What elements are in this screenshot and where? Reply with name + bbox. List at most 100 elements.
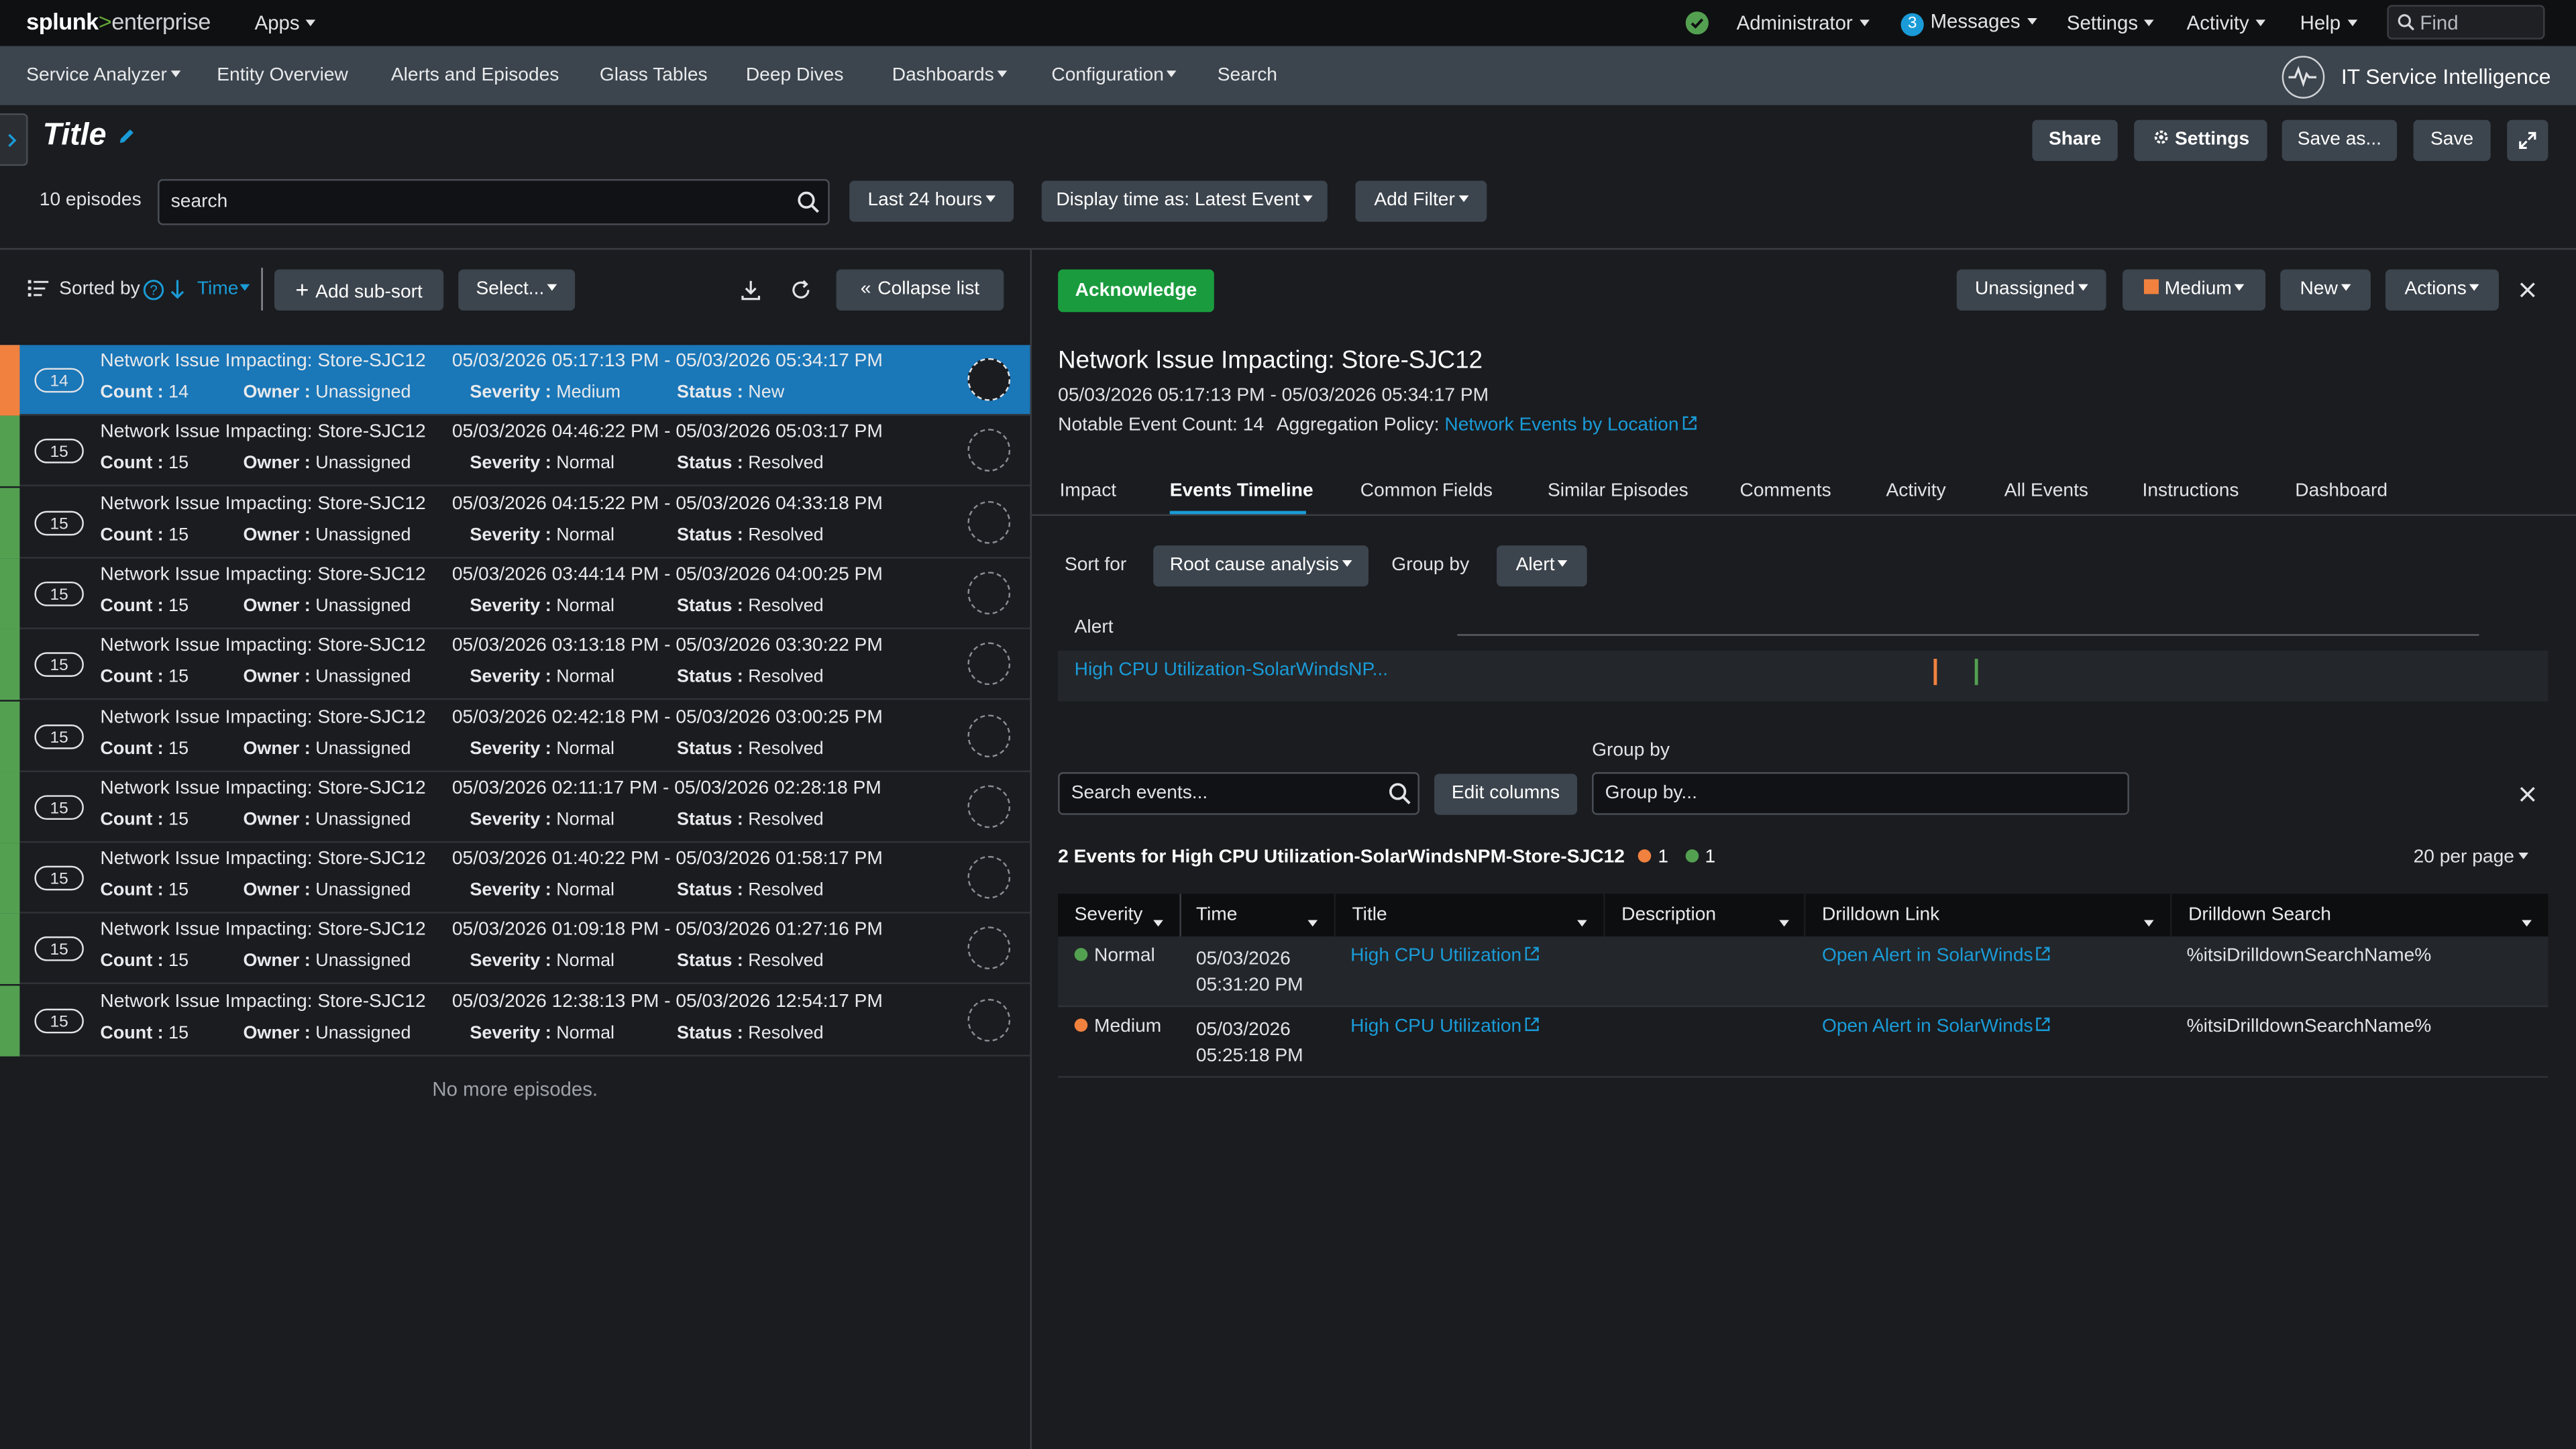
tab-comments[interactable]: Comments [1739, 482, 1831, 501]
timeline-event-marker-normal[interactable] [1974, 659, 1978, 686]
edit-pencil-icon[interactable] [117, 127, 136, 146]
help-circle-icon[interactable]: ? [143, 279, 164, 301]
aggregation-policy-link[interactable]: Network Events by Location [1444, 416, 1678, 435]
column-header-drilldown-search[interactable]: Drilldown Search [2171, 894, 2548, 938]
group-by-dropdown[interactable]: Alert [1497, 545, 1587, 587]
status-dropdown[interactable]: New [2280, 269, 2371, 311]
tab-all-events[interactable]: All Events [2004, 482, 2088, 501]
column-header-drilldown-link[interactable]: Drilldown Link [1805, 894, 2171, 938]
assignee-avatar[interactable] [967, 571, 1011, 614]
assignee-avatar[interactable] [967, 500, 1011, 543]
column-header-title[interactable]: Title [1336, 894, 1604, 938]
external-link-icon[interactable] [1525, 947, 1540, 962]
nav-alerts-and-episodes[interactable]: Alerts and Episodes [391, 66, 559, 85]
episode-row[interactable]: 15 Network Issue Impacting: Store-SJC12 05… [0, 771, 1030, 843]
episode-row[interactable]: 15 Network Issue Impacting: Store-SJC12 05… [0, 629, 1030, 700]
timeline-alert-link[interactable]: High CPU Utilization-SolarWindsNP... [1075, 660, 1388, 680]
close-icon[interactable] [2518, 281, 2536, 299]
acknowledge-button[interactable]: Acknowledge [1058, 269, 1214, 313]
nav-entity-overview[interactable]: Entity Overview [217, 66, 348, 85]
assignee-avatar[interactable] [967, 643, 1011, 686]
event-row[interactable]: Medium 05/03/2026 05:25:18 PM High CPU Util… [1058, 1007, 2548, 1078]
share-button[interactable]: Share [2032, 119, 2118, 162]
nav-glass-tables[interactable]: Glass Tables [600, 66, 708, 85]
external-link-icon[interactable] [1682, 417, 1697, 431]
episode-row[interactable]: 15 Network Issue Impacting: Store-SJC12 05… [0, 487, 1030, 558]
column-header-time[interactable]: Time [1181, 894, 1334, 938]
sort-for-dropdown[interactable]: Root cause analysis [1153, 545, 1369, 587]
external-link-icon[interactable] [2036, 1018, 2051, 1032]
assignee-avatar[interactable] [967, 358, 1011, 401]
tab-activity[interactable]: Activity [1886, 482, 1945, 501]
external-link-icon[interactable] [2036, 947, 2051, 962]
tab-similar-episodes[interactable]: Similar Episodes [1548, 482, 1688, 501]
nav-search[interactable]: Search [1218, 66, 1277, 85]
sidebar-toggle[interactable] [0, 113, 28, 166]
refresh-icon[interactable] [790, 279, 812, 301]
episode-row[interactable]: 14 Network Issue Impacting: Store-SJC12 05… [0, 345, 1030, 416]
per-page-dropdown[interactable]: 20 per page [2414, 848, 2529, 867]
save-button[interactable]: Save [2413, 119, 2491, 162]
help-menu[interactable]: Help [2300, 11, 2357, 34]
owner-dropdown[interactable]: Unassigned [1956, 269, 2106, 311]
download-icon[interactable] [741, 279, 761, 301]
group-by-input[interactable]: Group by... [1592, 772, 2129, 815]
add-filter-button[interactable]: Add Filter [1355, 180, 1487, 222]
timeline-event-marker-medium[interactable] [1933, 659, 1937, 686]
select-dropdown[interactable]: Select... [458, 269, 576, 311]
nav-deep-dives[interactable]: Deep Dives [746, 66, 844, 85]
assignee-avatar[interactable] [967, 714, 1011, 757]
health-check-icon[interactable] [1685, 11, 1709, 35]
administrator-menu[interactable]: Administrator [1737, 11, 1870, 34]
external-link-icon[interactable] [1525, 1018, 1540, 1032]
episode-search-input[interactable]: search [158, 178, 830, 225]
event-drilldown-search[interactable]: %itsiDrilldownSearchName% [2187, 947, 2432, 966]
event-title-link[interactable]: High CPU Utilization [1350, 947, 1521, 966]
event-title-link[interactable]: High CPU Utilization [1350, 1017, 1521, 1036]
assignee-avatar[interactable] [967, 856, 1011, 899]
search-icon[interactable] [797, 191, 820, 213]
nav-configuration[interactable]: Configuration [1051, 66, 1177, 85]
tab-impact[interactable]: Impact [1060, 482, 1117, 501]
save-as-button[interactable]: Save as... [2282, 119, 2398, 162]
tab-events-timeline[interactable]: Events Timeline [1170, 482, 1313, 501]
tab-dashboard[interactable]: Dashboard [2295, 482, 2387, 501]
assignee-avatar[interactable] [967, 429, 1011, 472]
severity-dropdown[interactable]: Medium [2123, 269, 2266, 311]
actions-dropdown[interactable]: Actions [2385, 269, 2499, 311]
nav-service-analyzer[interactable]: Service Analyzer [26, 66, 180, 85]
settings-button[interactable]: Settings [2134, 119, 2267, 162]
assignee-avatar[interactable] [967, 927, 1011, 970]
time-range-picker[interactable]: Last 24 hours [849, 180, 1014, 222]
display-time-dropdown[interactable]: Display time as: Latest Event [1041, 180, 1328, 222]
messages-menu[interactable]: 3 Messages [1900, 10, 2037, 36]
edit-columns-button[interactable]: Edit columns [1434, 773, 1578, 815]
assignee-avatar[interactable] [967, 785, 1011, 828]
tab-common-fields[interactable]: Common Fields [1360, 482, 1493, 501]
assignee-avatar[interactable] [967, 998, 1011, 1041]
event-row[interactable]: Normal 05/03/2026 05:31:20 PM High CPU Util… [1058, 936, 2548, 1008]
apps-menu[interactable]: Apps [255, 11, 317, 34]
sort-field-dropdown[interactable]: Time [197, 279, 250, 299]
settings-menu[interactable]: Settings [2067, 11, 2155, 34]
search-icon[interactable] [1388, 782, 1411, 805]
fullscreen-button[interactable] [2507, 119, 2548, 162]
event-drilldown-search[interactable]: %itsiDrilldownSearchName% [2187, 1017, 2432, 1036]
splunk-logo[interactable]: splunk>enterprise [26, 8, 211, 34]
episode-row[interactable]: 15 Network Issue Impacting: Store-SJC12 05… [0, 416, 1030, 487]
column-header-description[interactable]: Description [1605, 894, 1805, 938]
episode-row[interactable]: 15 Network Issue Impacting: Store-SJC12 05… [0, 985, 1030, 1056]
tab-instructions[interactable]: Instructions [2142, 482, 2239, 501]
activity-menu[interactable]: Activity [2187, 11, 2266, 34]
episode-row[interactable]: 15 Network Issue Impacting: Store-SJC12 05… [0, 843, 1030, 914]
episode-row[interactable]: 15 Network Issue Impacting: Store-SJC12 05… [0, 558, 1030, 629]
episode-row[interactable]: 15 Network Issue Impacting: Store-SJC12 05… [0, 700, 1030, 771]
drilldown-link[interactable]: Open Alert in SolarWinds [1822, 1017, 2033, 1036]
episode-row[interactable]: 15 Network Issue Impacting: Store-SJC12 05… [0, 914, 1030, 985]
sort-descending-icon[interactable] [169, 279, 185, 299]
collapse-list-button[interactable]: « Collapse list [836, 269, 1004, 311]
close-icon[interactable] [2518, 786, 2536, 804]
search-events-input[interactable]: Search events... [1058, 772, 1419, 815]
nav-dashboards[interactable]: Dashboards [892, 66, 1008, 85]
drilldown-link[interactable]: Open Alert in SolarWinds [1822, 947, 2033, 966]
